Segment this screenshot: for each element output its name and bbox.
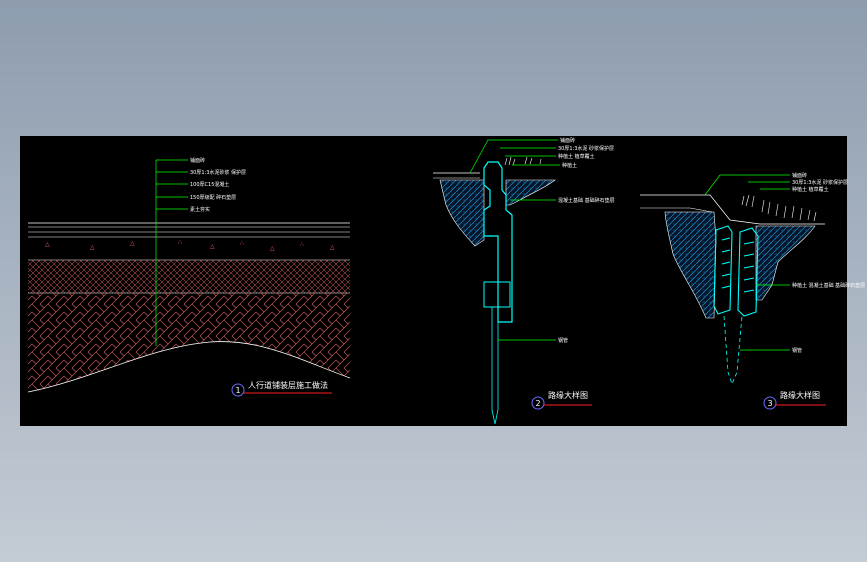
layer-label-5: 素土夯实	[190, 206, 210, 213]
d2-label-1: 铺面砖	[560, 137, 575, 144]
d2-label-5: 混凝土基础 基础碎石垫层	[558, 197, 615, 204]
drawing-2-title: 路缘大样图	[548, 390, 588, 400]
svg-text:∴: ∴	[178, 240, 182, 246]
drawing-2-number: 2	[536, 399, 541, 408]
d3-label-1: 铺面砖	[792, 172, 807, 179]
d2-label-2: 30厚1:3水泥 砂浆保护层	[558, 145, 614, 152]
svg-text:△: △	[45, 242, 50, 248]
svg-text:∴: ∴	[240, 241, 244, 247]
layer-label-1: 铺面砖	[190, 157, 205, 164]
drawing-1-number: 1	[236, 386, 241, 395]
svg-text:△: △	[330, 245, 335, 251]
drawing-3-title: 路缘大样图	[780, 390, 820, 400]
d2-label-6: 钢管	[558, 337, 568, 344]
d3-label-4: 种植土 混凝土基础 基础碎石垫层	[792, 282, 865, 289]
svg-text:∴: ∴	[300, 242, 304, 248]
svg-text:△: △	[210, 244, 215, 250]
layer-label-3: 100厚C15混凝土	[190, 181, 229, 188]
d3-label-5: 钢管	[792, 347, 802, 354]
d3-label-3: 种植土 植草覆土	[792, 186, 829, 193]
layer-label-2: 30厚1:3水泥砂浆 保护层	[190, 169, 246, 176]
cad-viewport[interactable]: △ △ △ ∴ △ ∴ △ ∴ △ 铺面砖 30厚1:3水泥砂浆 保护层 100…	[0, 0, 867, 562]
svg-text:△: △	[130, 241, 135, 247]
d3-label-2: 30厚1:3水泥 砂浆保护层	[792, 179, 848, 186]
drawing-1-title: 人行道铺装层施工做法	[248, 380, 328, 390]
svg-text:△: △	[90, 245, 95, 251]
d2-label-4: 种植土	[562, 162, 577, 169]
drawing-3-number: 3	[768, 399, 773, 408]
d2-label-3: 种植土 植草覆土	[558, 153, 595, 160]
svg-text:△: △	[270, 246, 275, 252]
gravel-layer	[28, 260, 350, 293]
layer-label-4: 150厚级配 碎石垫层	[190, 194, 236, 201]
